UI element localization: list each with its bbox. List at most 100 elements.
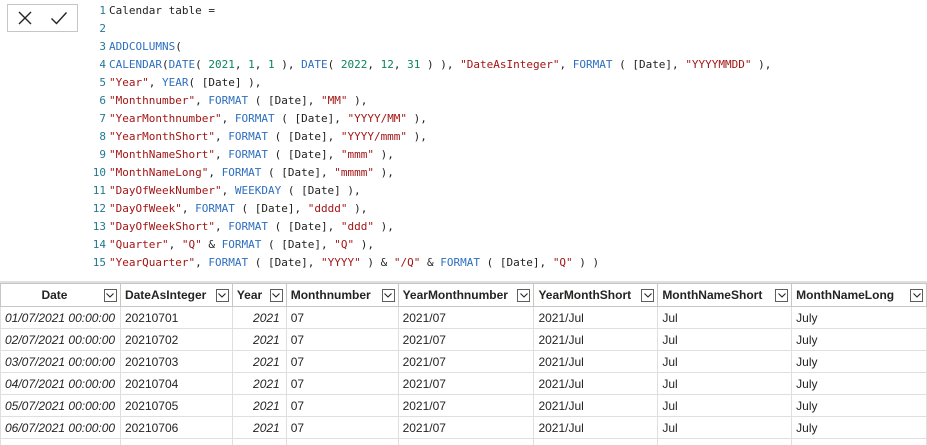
code-text[interactable]: Calendar table = [109, 4, 215, 17]
line-number: 8 [99, 130, 106, 143]
filter-dropdown-icon[interactable] [910, 288, 923, 302]
table-cell-yearmonthnumber: 2021/07 [397, 372, 535, 395]
line-number: 2 [99, 22, 106, 35]
code-text[interactable]: "YearMonthnumber", FORMAT ( [Date], "YYY… [109, 112, 427, 125]
filter-dropdown-icon[interactable] [641, 288, 655, 302]
column-header-yearmonthshort[interactable]: YearMonthShort [533, 283, 659, 307]
data-grid[interactable]: Date DateAsInteger Year Monthnumber YearMont… [0, 283, 927, 445]
line-number: 13 [92, 220, 106, 233]
close-icon[interactable] [17, 10, 33, 26]
code-text[interactable]: "Monthnumber", FORMAT ( [Date], "MM" ), [109, 94, 367, 107]
table-cell-monthnameshort: Jul [657, 438, 793, 445]
code-text[interactable]: "YearMonthShort", FORMAT ( [Date], "YYYY… [109, 130, 427, 143]
table-cell-dateasinteger: 20210706 [119, 416, 233, 439]
code-line[interactable]: 7 "YearMonthnumber", FORMAT ( [Date], "YY… [86, 110, 927, 128]
line-number: 10 [92, 166, 106, 179]
code-line[interactable]: 12 "DayOfWeek", FORMAT ( [Date], "dddd" )… [86, 200, 927, 218]
data-table: Date DateAsInteger Year Monthnumber YearMont… [0, 283, 927, 445]
code-text[interactable]: "MonthNameLong", FORMAT ( [Date], "mmmm"… [109, 166, 394, 179]
line-number: 12 [92, 202, 106, 215]
table-row[interactable]: 02/07/2021 00:00:00 20210702 2021 07 2021/07… [0, 328, 927, 351]
code-text[interactable]: "Year", YEAR( [Date] ), [109, 76, 261, 89]
filter-dropdown-icon[interactable] [517, 288, 531, 302]
table-cell-yearmonthnumber: 2021/07 [397, 350, 535, 373]
table-cell-monthnamelong: July [791, 372, 927, 395]
code-line[interactable]: 2 [86, 20, 927, 38]
table-cell-yearmonthshort: 2021/Jul [533, 350, 659, 373]
dax-code-area[interactable]: 1 Calendar table = 2 3 ADDCOLUMNS(4 CALENDAR(… [86, 2, 927, 281]
code-text[interactable]: "Quarter", "Q" & FORMAT ( [Date], "Q" ), [109, 238, 374, 251]
code-line[interactable]: 15 "YearQuarter", FORMAT ( [Date], "YYYY"… [86, 254, 927, 272]
column-header-monthnamelong[interactable]: MonthNameLong [791, 283, 927, 307]
filter-dropdown-icon[interactable] [381, 288, 395, 302]
table-cell-year: 2021 [231, 416, 287, 439]
line-number: 9 [99, 148, 106, 161]
table-cell-monthnameshort: Jul [657, 394, 793, 417]
filter-dropdown-icon[interactable] [215, 288, 229, 302]
table-cell-year: 2021 [231, 394, 287, 417]
column-header-dateasinteger[interactable]: DateAsInteger [119, 283, 233, 307]
table-cell-monthnameshort: Jul [657, 328, 793, 351]
table-cell-yearmonthshort: 2021/Jul [533, 306, 659, 329]
column-header-yearmonthnumber[interactable]: YearMonthnumber [397, 283, 535, 307]
table-cell-date: 06/07/2021 00:00:00 [0, 416, 121, 439]
code-line[interactable]: 9 "MonthNameShort", FORMAT ( [Date], "mmm… [86, 146, 927, 164]
code-text[interactable]: "MonthNameShort", FORMAT ( [Date], "mmm"… [109, 148, 394, 161]
code-line[interactable]: 11 "DayOfWeekNumber", WEEKDAY ( [Date] ), [86, 182, 927, 200]
table-row[interactable]: 05/07/2021 00:00:00 20210705 2021 07 2021/07… [0, 394, 927, 417]
code-line[interactable]: 8 "YearMonthShort", FORMAT ( [Date], "YYY… [86, 128, 927, 146]
table-cell-date: 02/07/2021 00:00:00 [0, 328, 121, 351]
code-line[interactable]: 4 CALENDAR(DATE( 2021, 1, 1 ), DATE( 2022… [86, 56, 927, 74]
table-cell-dateasinteger: 20210703 [119, 350, 233, 373]
formula-editor[interactable]: 1 Calendar table = 2 3 ADDCOLUMNS(4 CALENDAR(… [0, 0, 927, 283]
table-cell-monthnamelong: July [791, 350, 927, 373]
table-cell-yearmonthnumber: 2021/07 [397, 328, 535, 351]
table-cell-monthnamelong: July [791, 306, 927, 329]
table-cell-dateasinteger: 20210707 [119, 438, 233, 445]
table-cell-yearmonthshort: 2021/Jul [533, 328, 659, 351]
table-cell-yearmonthnumber: 2021/07 [397, 416, 535, 439]
column-header-label: Year [236, 288, 263, 302]
table-cell-year: 2021 [231, 328, 287, 351]
table-row[interactable]: 06/07/2021 00:00:00 20210706 2021 07 2021/07… [0, 416, 927, 439]
line-number: 7 [99, 112, 106, 125]
code-line[interactable]: 1 Calendar table = [86, 2, 927, 20]
table-cell-monthnameshort: Jul [657, 350, 793, 373]
code-text[interactable]: CALENDAR(DATE( 2021, 1, 1 ), DATE( 2022,… [109, 58, 771, 71]
filter-dropdown-icon[interactable] [269, 288, 283, 302]
column-header-monthnameshort[interactable]: MonthNameShort [657, 283, 793, 307]
table-row[interactable]: 04/07/2021 00:00:00 20210704 2021 07 2021/07… [0, 372, 927, 395]
code-line[interactable]: 3 ADDCOLUMNS( [86, 38, 927, 56]
column-header-year[interactable]: Year [231, 283, 287, 307]
code-line[interactable]: 6 "Monthnumber", FORMAT ( [Date], "MM" ), [86, 92, 927, 110]
code-text[interactable]: "YearQuarter", FORMAT ( [Date], "YYYY" )… [109, 256, 599, 269]
table-row[interactable]: 01/07/2021 00:00:00 20210701 2021 07 2021/07… [0, 306, 927, 329]
table-cell-monthnumber: 07 [285, 372, 399, 395]
table-cell-monthnamelong: July [791, 416, 927, 439]
code-line[interactable]: 5 "Year", YEAR( [Date] ), [86, 74, 927, 92]
table-cell-yearmonthshort: 2021/Jul [533, 438, 659, 445]
table-cell-date: 04/07/2021 00:00:00 [0, 372, 121, 395]
checkmark-icon[interactable] [50, 10, 68, 26]
table-cell-monthnumber: 07 [285, 416, 399, 439]
table-cell-date: 05/07/2021 00:00:00 [0, 394, 121, 417]
table-row[interactable]: 03/07/2021 00:00:00 20210703 2021 07 2021/07… [0, 350, 927, 373]
filter-dropdown-icon[interactable] [103, 288, 117, 302]
code-line[interactable]: 13 "DayOfWeekShort", FORMAT ( [Date], "dd… [86, 218, 927, 236]
code-text[interactable]: "DayOfWeek", FORMAT ( [Date], "dddd" ), [109, 202, 367, 215]
table-header-row: Date DateAsInteger Year Monthnumber YearMont… [0, 283, 927, 307]
filter-dropdown-icon[interactable] [775, 288, 789, 302]
table-cell-monthnumber: 07 [285, 328, 399, 351]
table-cell-dateasinteger: 20210705 [119, 394, 233, 417]
code-line[interactable]: 10 "MonthNameLong", FORMAT ( [Date], "mmm… [86, 164, 927, 182]
table-row[interactable]: 07/07/2021 00:00:00202107072021072021/07… [0, 438, 927, 445]
column-header-monthnumber[interactable]: Monthnumber [285, 283, 399, 307]
table-cell-yearmonthnumber: 2021/07 [397, 394, 535, 417]
code-text[interactable]: "DayOfWeekShort", FORMAT ( [Date], "ddd"… [109, 220, 394, 233]
code-line[interactable]: 14 "Quarter", "Q" & FORMAT ( [Date], "Q" … [86, 236, 927, 254]
table-cell-dateasinteger: 20210701 [119, 306, 233, 329]
code-text[interactable]: ADDCOLUMNS( [109, 40, 182, 53]
column-header-date[interactable]: Date [0, 283, 121, 307]
code-text[interactable]: "DayOfWeekNumber", WEEKDAY ( [Date] ), [109, 184, 361, 197]
table-cell-monthnamelong: July [791, 328, 927, 351]
